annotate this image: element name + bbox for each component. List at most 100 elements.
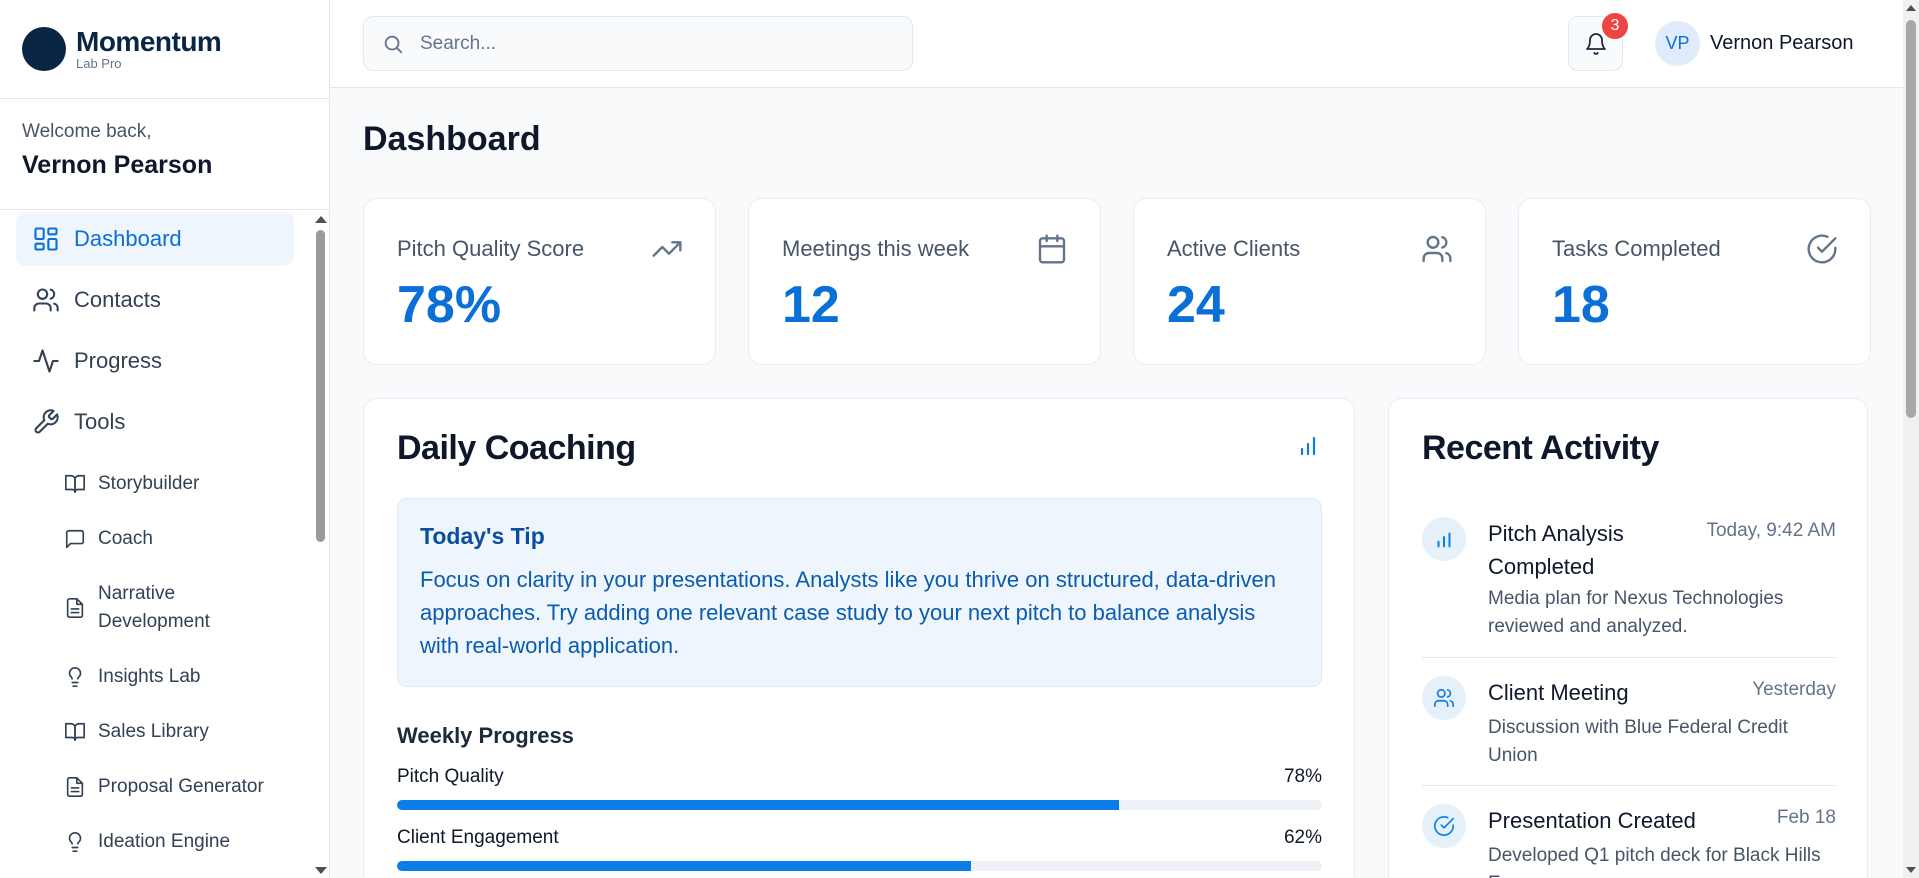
sidebar-item-dashboard[interactable]: Dashboard (16, 212, 294, 266)
check-circle-icon (1807, 234, 1837, 264)
lightbulb-icon (68, 831, 82, 852)
scroll-down-arrow-icon[interactable] (315, 867, 327, 874)
progress-label: Client Engagement (397, 827, 559, 848)
search-input[interactable] (420, 32, 900, 55)
brand-name: Momentum (76, 26, 222, 57)
scroll-up-arrow-icon[interactable] (315, 216, 327, 223)
sidebar-subitem-label: Sales Library (98, 720, 209, 742)
progress-fill (397, 861, 971, 871)
sidebar-item-tools[interactable]: Tools (16, 395, 294, 449)
card-title: Recent Activity (1422, 429, 1659, 467)
sidebar-item-label: Dashboard (74, 226, 182, 251)
sidebar: Momentum Lab Pro Welcome back, Vernon Pe… (0, 0, 330, 878)
activity-description: Media plan for Nexus Technologies review… (1488, 588, 1784, 637)
tip-title: Today's Tip (420, 523, 545, 549)
sidebar-subitem-label: Coach (98, 527, 153, 549)
activity-icon-badge (1422, 517, 1466, 561)
lightbulb-icon (68, 666, 82, 687)
users-icon (1422, 235, 1452, 263)
divider (1422, 657, 1836, 658)
sidebar-subitem-proposal-generator[interactable]: Proposal Generator (64, 759, 310, 814)
activity-title: Presentation Created (1488, 808, 1696, 833)
page-title: Dashboard (363, 120, 541, 158)
sidebar-scrollbar[interactable] (314, 212, 327, 878)
file-text-icon (66, 597, 84, 618)
activity-description: Developed Q1 pitch deck for Black Hills … (1488, 845, 1821, 878)
wrench-icon (34, 409, 59, 434)
page-scroll-thumb[interactable] (1906, 20, 1916, 418)
notification-count-badge: 3 (1600, 11, 1630, 41)
progress-track (397, 800, 1322, 810)
activity-time: Today, 9:42 AM (1706, 520, 1836, 541)
book-open-icon (65, 722, 85, 741)
activity-item[interactable]: Presentation Created Feb 18 Developed Q1… (1422, 804, 1836, 878)
card-title: Daily Coaching (397, 429, 636, 467)
stat-card-tasks-completed: Tasks Completed 18 (1518, 198, 1871, 365)
welcome-label: Welcome back, (22, 121, 152, 142)
sidebar-subitem-label: Insights Lab (98, 665, 201, 687)
sidebar-subitem-sales-library[interactable]: Sales Library (64, 704, 310, 759)
trending-up-icon (652, 241, 682, 257)
search-icon (384, 35, 403, 53)
stat-value: 18 (1552, 276, 1610, 334)
sidebar-subitem-ideation-engine[interactable]: Ideation Engine (64, 814, 310, 869)
sidebar-subitem-label: Ideation Engine (98, 830, 231, 852)
brand-subtitle: Lab Pro (76, 56, 122, 71)
search-box[interactable] (363, 16, 913, 71)
sidebar-subitem-label: Proposal Generator (98, 775, 264, 797)
message-square-icon (65, 529, 85, 548)
stat-card-active-clients: Active Clients 24 (1133, 198, 1486, 365)
activity-icon-badge (1422, 804, 1466, 848)
page-scroll-up-icon[interactable] (1906, 5, 1916, 11)
tip-text: Focus on clarity in your presentations. … (420, 567, 1276, 658)
todays-tip: Today's Tip Focus on clarity in your pre… (397, 498, 1322, 687)
activity-icon (33, 349, 59, 373)
bar-chart-icon (1300, 436, 1316, 456)
welcome-panel: Welcome back, Vernon Pearson (0, 99, 329, 210)
sidebar-subitem-coach[interactable]: Coach (64, 511, 310, 566)
activity-time: Yesterday (1752, 679, 1836, 700)
sidebar-subitem-insights-lab[interactable]: Insights Lab (64, 649, 310, 704)
user-name: Vernon Pearson (1710, 32, 1854, 54)
daily-coaching-card: Daily Coaching Today's Tip Focus on clar… (363, 398, 1355, 878)
book-open-icon (65, 474, 85, 493)
sidebar-item-contacts[interactable]: Contacts (16, 273, 294, 327)
page-scroll-down-icon[interactable] (1906, 867, 1916, 873)
sidebar-item-label: Progress (74, 348, 163, 373)
progress-label: Pitch Quality (397, 766, 504, 787)
stat-label: Active Clients (1167, 236, 1301, 261)
file-text-icon (66, 776, 84, 797)
brand-logo (22, 27, 66, 71)
activity-item[interactable]: Client Meeting Yesterday Discussion with… (1422, 676, 1836, 776)
dashboard-icon (34, 227, 58, 251)
stat-value: 12 (782, 276, 840, 334)
sidebar-item-label: Tools (74, 409, 126, 434)
progress-value: 78% (1283, 766, 1322, 787)
sidebar-item-progress[interactable]: Progress (16, 334, 294, 388)
activity-title: Pitch Analysis Completed (1488, 521, 1624, 579)
stat-card-meetings: Meetings this week 12 (748, 198, 1101, 365)
activity-item[interactable]: Pitch Analysis Completed Today, 9:42 AM … (1422, 517, 1836, 637)
check-circle-icon (1434, 816, 1454, 836)
brand[interactable]: Momentum Lab Pro (0, 0, 329, 99)
page-scrollbar[interactable] (1903, 0, 1919, 878)
sidebar-subitem-label: Narrative Development (98, 582, 210, 632)
sidebar-subitem-storybuilder[interactable]: Storybuilder (64, 456, 310, 511)
user-menu[interactable]: VP Vernon Pearson (1655, 21, 1853, 66)
weekly-progress-title: Weekly Progress (397, 723, 574, 748)
activity-icon-badge (1422, 676, 1466, 720)
stat-label: Meetings this week (782, 236, 970, 261)
topbar: 3 VP Vernon Pearson (330, 0, 1903, 88)
stat-card-pitch-quality: Pitch Quality Score 78% (363, 198, 716, 365)
stat-value: 78% (397, 276, 502, 334)
sidebar-nav: Dashboard Contacts Progress Tools Storyb… (0, 212, 310, 869)
sidebar-subitem-narrative-development[interactable]: Narrative Development (64, 566, 310, 649)
recent-activity-card: Recent Activity Pitch Analysis Completed… (1388, 398, 1868, 878)
activity-title: Client Meeting (1488, 680, 1629, 705)
stat-label: Tasks Completed (1552, 236, 1721, 261)
users-icon (1434, 688, 1454, 708)
sidebar-scroll-thumb[interactable] (316, 230, 325, 542)
divider (1422, 785, 1836, 786)
avatar: VP (1655, 21, 1700, 66)
progress-value: 62% (1283, 827, 1322, 848)
